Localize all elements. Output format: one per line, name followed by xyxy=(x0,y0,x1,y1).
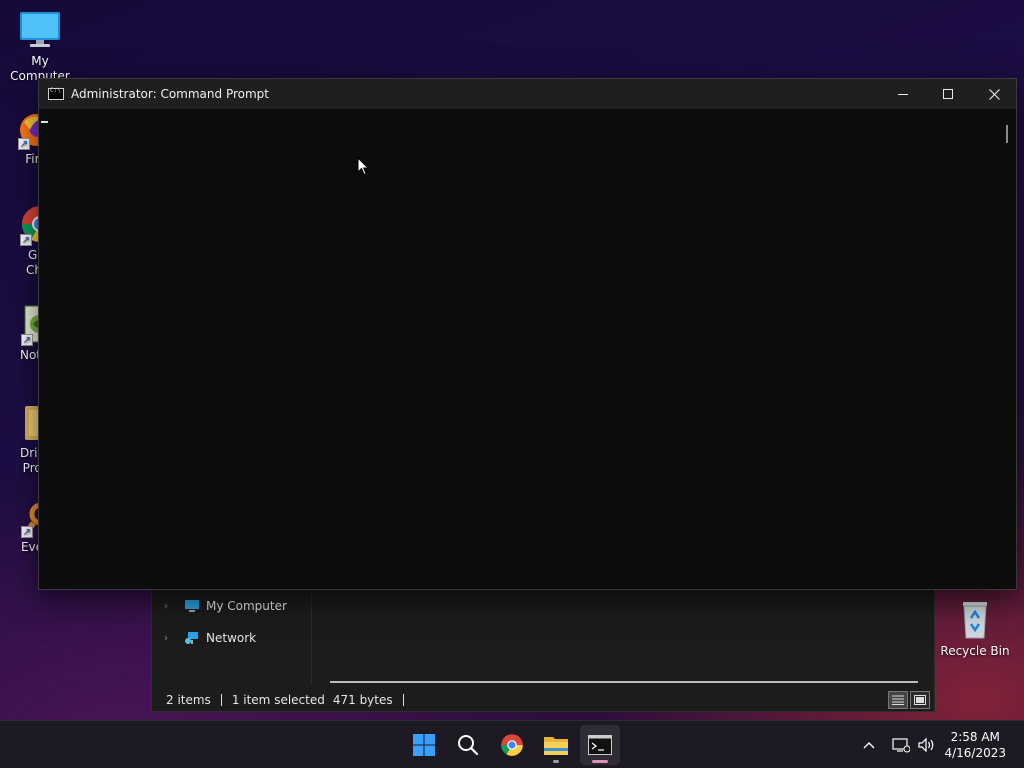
vertical-scrollbar-thumb[interactable] xyxy=(1006,125,1008,143)
terminal-output-area[interactable] xyxy=(39,109,1016,589)
volume-tray-button[interactable] xyxy=(914,737,938,753)
minimize-button[interactable] xyxy=(880,79,926,109)
navigation-pane: › My Computer › Network xyxy=(152,589,312,685)
nav-item-network[interactable]: › Network xyxy=(164,628,256,648)
monitor-icon xyxy=(184,599,200,613)
shortcut-arrow-icon: ↗ xyxy=(20,234,32,246)
desktop-icon-my-computer[interactable]: My Computer xyxy=(0,10,80,84)
details-view-button[interactable] xyxy=(888,691,908,709)
search-icon xyxy=(458,735,479,756)
cmd-app-icon xyxy=(48,87,64,100)
active-indicator xyxy=(592,760,608,763)
large-icons-view-icon xyxy=(914,695,926,705)
horizontal-scrollbar[interactable] xyxy=(330,681,918,683)
text-cursor xyxy=(41,121,48,123)
shortcut-arrow-icon: ↗ xyxy=(21,334,33,346)
close-button[interactable] xyxy=(971,79,1017,109)
close-icon xyxy=(988,88,1000,100)
nav-item-label: My Computer xyxy=(206,599,287,613)
nav-item-my-computer[interactable]: › My Computer xyxy=(164,596,287,616)
start-icon xyxy=(413,734,435,756)
running-indicator xyxy=(553,760,559,763)
search-button[interactable] xyxy=(448,725,488,765)
shortcut-arrow-icon: ↗ xyxy=(18,138,30,150)
status-size: 471 bytes xyxy=(332,693,393,707)
chevron-up-icon xyxy=(863,742,875,749)
window-title: Administrator: Command Prompt xyxy=(71,87,269,101)
nav-item-label: Network xyxy=(206,631,257,645)
recycle-bin-icon xyxy=(955,596,995,640)
details-view-icon xyxy=(892,695,904,705)
maximize-button[interactable] xyxy=(925,79,971,109)
taskbar-chrome-button[interactable] xyxy=(492,725,532,765)
taskbar-clock[interactable]: 2:58 AM 4/16/2023 xyxy=(944,729,1006,761)
show-hidden-icons-button[interactable] xyxy=(858,741,880,749)
status-separator xyxy=(402,694,404,706)
file-explorer-icon xyxy=(544,737,568,755)
chevron-right-icon[interactable]: › xyxy=(164,601,174,612)
status-selected: 1 item selected xyxy=(231,693,325,707)
mouse-pointer-icon xyxy=(357,156,370,179)
network-tray-button[interactable] xyxy=(888,737,914,753)
status-bar: 2 items 1 item selected 471 bytes xyxy=(166,693,414,707)
chevron-right-icon[interactable]: › xyxy=(164,633,174,644)
file-explorer-window[interactable]: › My Computer › Network 2 items 1 item s… xyxy=(151,588,935,712)
desktop-icon-label: Recycle Bin xyxy=(940,644,1010,658)
window-titlebar[interactable]: Administrator: Command Prompt xyxy=(39,79,1016,109)
network-icon xyxy=(892,738,910,753)
command-prompt-window[interactable]: Administrator: Command Prompt xyxy=(38,78,1017,590)
desktop-icon-recycle-bin[interactable]: Recycle Bin xyxy=(935,596,1015,659)
maximize-icon xyxy=(943,89,953,99)
clock-date: 4/16/2023 xyxy=(944,746,1006,760)
terminal-icon xyxy=(588,735,612,755)
shortcut-arrow-icon: ↗ xyxy=(21,526,33,538)
minimize-icon xyxy=(898,94,908,95)
taskbar-file-explorer-button[interactable] xyxy=(536,725,576,765)
status-separator xyxy=(220,694,222,706)
taskbar-terminal-button[interactable] xyxy=(580,725,620,765)
system-tray xyxy=(858,721,938,768)
volume-icon xyxy=(918,737,934,753)
view-toggle xyxy=(888,691,930,709)
taskbar: 2:58 AM 4/16/2023 xyxy=(0,720,1024,768)
large-icons-view-button[interactable] xyxy=(910,691,930,709)
start-button[interactable] xyxy=(404,725,444,765)
network-icon xyxy=(184,631,200,645)
status-item-count: 2 items xyxy=(166,693,211,707)
clock-time: 2:58 AM xyxy=(950,730,1000,744)
chrome-icon xyxy=(501,734,523,756)
monitor-icon xyxy=(18,10,62,50)
